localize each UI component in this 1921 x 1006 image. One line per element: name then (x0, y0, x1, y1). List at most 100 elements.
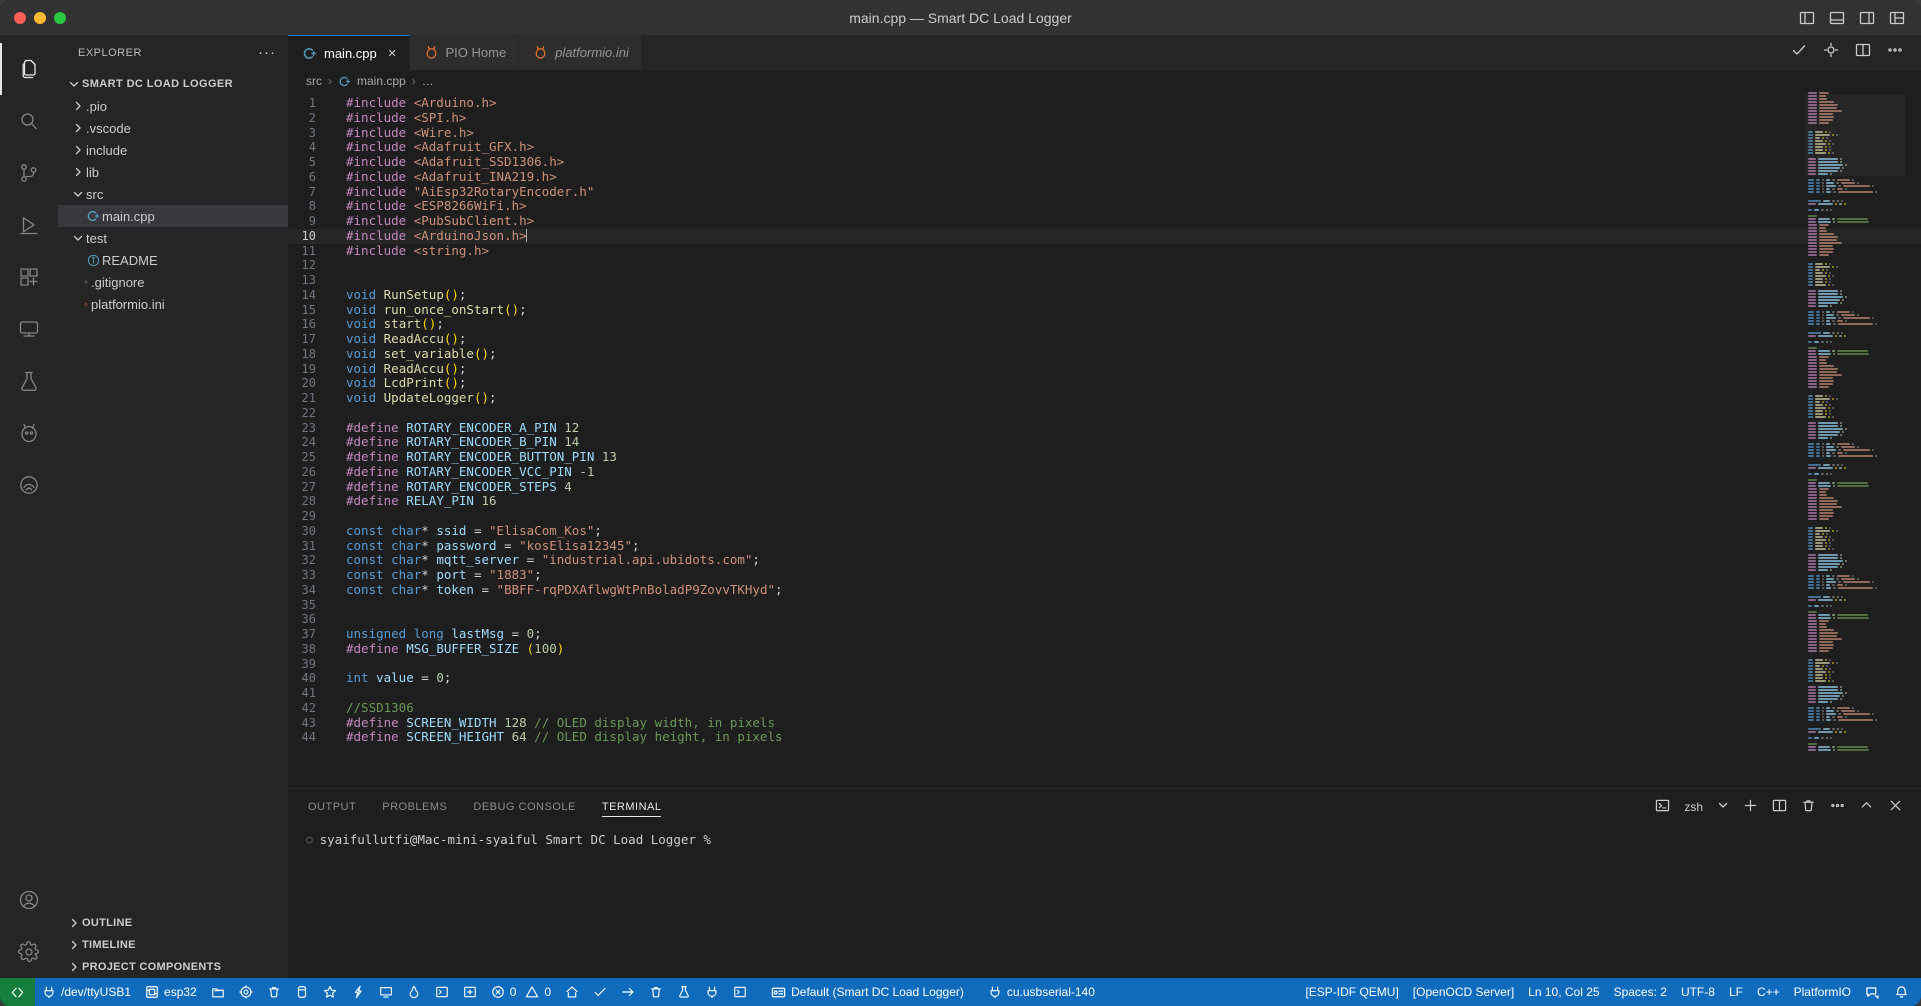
close-panel-icon[interactable] (1888, 798, 1903, 816)
minimize-window-button[interactable] (34, 11, 46, 24)
activity-accounts-icon[interactable] (0, 874, 58, 926)
panel-tab-output[interactable]: OUTPUT (308, 789, 356, 824)
editor-scrollbar[interactable] (1907, 92, 1919, 788)
terminal-output[interactable]: ○ syaifullutfi@Mac-mini-syaiful Smart DC… (288, 824, 1921, 978)
kill-terminal-icon[interactable] (1801, 798, 1816, 816)
toggle-primary-sidebar-icon[interactable] (1799, 10, 1815, 26)
activity-espressif-idf-icon[interactable] (0, 459, 58, 511)
panel-tab-terminal[interactable]: TERMINAL (601, 789, 662, 824)
close-window-button[interactable] (14, 11, 26, 24)
tree-item-readme[interactable]: README (58, 249, 288, 271)
panel-tab-debug-console[interactable]: DEBUG CONSOLE (473, 789, 575, 824)
toggle-panel-icon[interactable] (1829, 10, 1845, 26)
status-build-folder[interactable] (204, 978, 232, 1006)
activity-manage-settings-icon[interactable] (0, 926, 58, 978)
status-pio-serial-monitor[interactable] (698, 978, 726, 1006)
status-eol[interactable]: LF (1722, 978, 1750, 1006)
breadcrumb-file[interactable]: main.cpp (357, 74, 406, 88)
tree-item-src[interactable]: src (58, 183, 288, 205)
minimap-token (1808, 515, 1817, 517)
split-editor-icon[interactable] (1855, 42, 1871, 63)
new-terminal-icon[interactable] (1743, 798, 1758, 816)
status-indentation[interactable]: Spaces: 2 (1607, 978, 1674, 1006)
tree-item-gitignore[interactable]: .gitignore (58, 271, 288, 293)
status-build[interactable] (316, 978, 344, 1006)
breadcrumb-symbols[interactable]: … (422, 74, 434, 88)
tree-root-folder[interactable]: SMART DC LOAD LOGGER (58, 73, 288, 95)
status-pio-test[interactable] (670, 978, 698, 1006)
more-actions-icon[interactable] (1830, 798, 1845, 816)
status-monitor-device[interactable] (372, 978, 400, 1006)
activity-explorer-icon[interactable] (0, 43, 58, 95)
activity-platformio-icon[interactable] (0, 407, 58, 459)
more-actions-icon[interactable] (1887, 42, 1903, 63)
status-cursor-position[interactable]: Ln 10, Col 25 (1521, 978, 1606, 1006)
tree-item-vscode[interactable]: .vscode (58, 117, 288, 139)
pane-project-components[interactable]: PROJECT COMPONENTS (58, 956, 288, 978)
tree-item-include[interactable]: include (58, 139, 288, 161)
status-language-mode[interactable]: C++ (1750, 978, 1787, 1006)
status-warnings[interactable]: 0 (523, 978, 558, 1006)
status-pio-upload[interactable] (614, 978, 642, 1006)
minimap-slider[interactable] (1805, 94, 1905, 176)
tab-main-cpp[interactable]: main.cpp × (288, 35, 410, 70)
debug-alt-icon[interactable] (1823, 42, 1839, 63)
activity-remote-explorer-icon[interactable] (0, 303, 58, 355)
status-menuconfig[interactable] (232, 978, 260, 1006)
tree-item-test[interactable]: test (58, 227, 288, 249)
status-serial-port[interactable]: /dev/ttyUSB1 (35, 978, 138, 1006)
status-flash[interactable] (288, 978, 316, 1006)
zoom-window-button[interactable] (54, 11, 66, 24)
status-encoding[interactable]: UTF-8 (1674, 978, 1722, 1006)
pane-timeline[interactable]: TIMELINE (58, 934, 288, 956)
activity-testing-icon[interactable] (0, 355, 58, 407)
status-full-clean[interactable] (260, 978, 288, 1006)
status-pio-clean[interactable] (642, 978, 670, 1006)
explorer-more-actions[interactable]: ··· (258, 45, 276, 60)
terminal-shell-label[interactable]: zsh (1684, 800, 1703, 814)
status-esp-idf-qemu[interactable]: [ESP-IDF QEMU] (1298, 978, 1405, 1006)
status-flash-device[interactable] (344, 978, 372, 1006)
activity-run-and-debug-icon[interactable] (0, 199, 58, 251)
status-idf-terminal[interactable] (456, 978, 484, 1006)
minimap-token (1808, 473, 1812, 475)
status-debug[interactable] (400, 978, 428, 1006)
check-icon[interactable] (1791, 42, 1807, 63)
customize-layout-icon[interactable] (1889, 10, 1905, 26)
status-board[interactable]: esp32 (138, 978, 204, 1006)
status-pio-new-terminal[interactable] (726, 978, 754, 1006)
chevron-down-icon[interactable] (1717, 799, 1729, 814)
toggle-secondary-sidebar-icon[interactable] (1859, 10, 1875, 26)
status-openocd-server[interactable]: [OpenOCD Server] (1406, 978, 1521, 1006)
code-token: ReadAccu (383, 360, 444, 376)
status-notifications-bell-icon[interactable] (1887, 978, 1921, 1006)
code-editor[interactable]: 1 #include <Arduino.h> 2 #include <SPI.h> 3 #… (288, 92, 1921, 788)
minimap-token (1808, 599, 1816, 601)
activity-source-control-icon[interactable] (0, 147, 58, 199)
breadcrumb-src[interactable]: src (306, 74, 322, 88)
launch-profile-icon[interactable] (1655, 798, 1670, 816)
status-open-terminal[interactable] (428, 978, 456, 1006)
tab-pio-home[interactable]: PIO Home (409, 35, 520, 70)
tree-item-platformio-ini[interactable]: platformio.ini (58, 293, 288, 315)
tree-item-main-cpp[interactable]: main.cpp (58, 205, 288, 227)
status-pio-build[interactable] (586, 978, 614, 1006)
status-errors[interactable]: 0 (484, 978, 524, 1006)
tree-item-lib[interactable]: lib (58, 161, 288, 183)
maximize-panel-icon[interactable] (1859, 798, 1874, 816)
tree-item-pio[interactable]: .pio (58, 95, 288, 117)
status-platformio[interactable]: PlatformIO (1787, 978, 1858, 1006)
activity-search-icon[interactable] (0, 95, 58, 147)
status-remote-indicator[interactable] (0, 978, 35, 1006)
tab-platformio-ini[interactable]: platformio.ini (519, 35, 642, 70)
status-pio-environment[interactable]: Default (Smart DC Load Logger) (764, 978, 971, 1006)
panel-tab-problems[interactable]: PROBLEMS (382, 789, 447, 824)
activity-extensions-icon[interactable] (0, 251, 58, 303)
status-pio-serial-port[interactable]: cu.usbserial-140 (981, 978, 1102, 1006)
status-feedback[interactable] (1858, 978, 1887, 1006)
pane-outline[interactable]: OUTLINE (58, 912, 288, 934)
minimap[interactable] (1805, 92, 1905, 788)
tab-close-icon[interactable]: × (388, 46, 397, 61)
status-pio-home[interactable] (558, 978, 586, 1006)
split-terminal-icon[interactable] (1772, 798, 1787, 816)
